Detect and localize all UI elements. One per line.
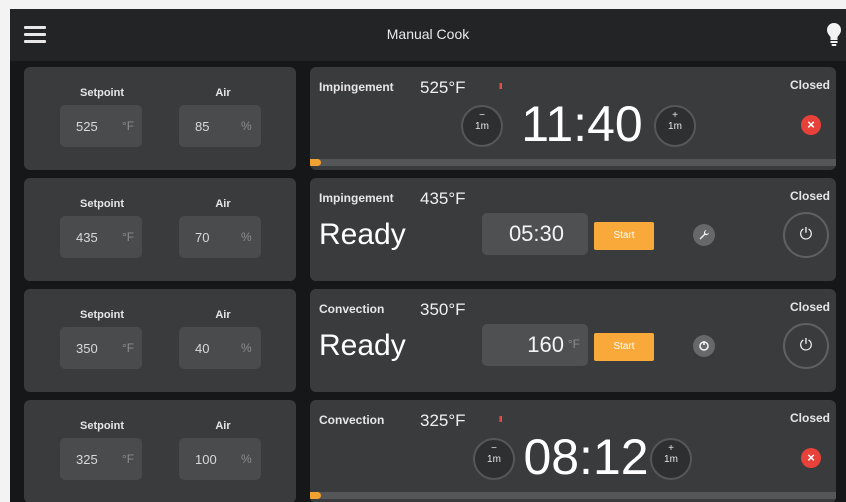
cook-progress-bar — [310, 159, 836, 166]
setpoint-unit: °F — [122, 341, 135, 355]
air-value: 40 — [195, 341, 210, 356]
start-button[interactable]: Start — [594, 333, 654, 361]
settings-panel: Setpoint Air 525 °F 85 % — [24, 67, 296, 170]
setpoint-field[interactable]: 525 °F — [60, 105, 142, 147]
oven-row-2: Setpoint Air 435 °F 70 % Impingement 435… — [10, 178, 846, 281]
air-unit: % — [241, 230, 252, 244]
door-status: Closed — [789, 300, 830, 314]
air-field[interactable]: 100 % — [179, 438, 261, 480]
cook-temp: 435°F — [420, 189, 466, 208]
door-status: Closed — [789, 78, 830, 92]
air-field[interactable]: 70 % — [179, 216, 261, 258]
setpoint-value: 435 — [76, 230, 98, 245]
power-icon[interactable]: ⏻ — [783, 323, 829, 369]
plus-1m-label: 1m — [668, 121, 682, 132]
cook-panel: Impingement 435°F Closed Ready 05:30 Sta… — [310, 178, 836, 281]
cook-progress-bar — [310, 492, 836, 499]
cook-time-value: 05:30 — [508, 221, 564, 246]
setpoint-label: Setpoint — [80, 309, 124, 321]
paused-indicator: II — [499, 415, 503, 424]
setpoint-label: Setpoint — [80, 87, 124, 99]
cook-progress-fill — [310, 492, 321, 499]
setpoint-unit: °F — [122, 119, 135, 133]
cook-mode: Convection — [319, 413, 385, 427]
countdown-timer: 11:40 — [521, 96, 643, 152]
setpoint-field[interactable]: 325 °F — [60, 438, 142, 480]
air-unit: % — [241, 341, 252, 355]
air-label: Air — [215, 198, 231, 210]
lightbulb-icon[interactable] — [826, 22, 842, 48]
cancel-icon[interactable]: × — [801, 115, 821, 135]
air-value: 70 — [195, 230, 210, 245]
settings-panel: Setpoint Air 350 °F 40 % — [24, 289, 296, 392]
cook-temp: 325°F — [420, 411, 466, 430]
air-label: Air — [215, 420, 231, 432]
setpoint-unit: °F — [122, 452, 135, 466]
setpoint-value: 350 — [76, 341, 98, 356]
cook-panel: Convection 350°F Closed Ready 160 °F Sta… — [310, 289, 836, 392]
settings-panel: Setpoint Air 325 °F 100 % — [24, 400, 296, 502]
ready-status: Ready — [319, 329, 406, 362]
oven-row-3: Setpoint Air 350 °F 40 % Convection 350°… — [10, 289, 846, 392]
cook-temp: 525°F — [420, 78, 466, 97]
air-label: Air — [215, 309, 231, 321]
plus-1m-button[interactable]: + 1m — [654, 105, 696, 147]
probe-temp-unit: °F — [567, 337, 580, 351]
setpoint-unit: °F — [122, 230, 135, 244]
countdown-timer: 08:12 — [523, 429, 649, 485]
wrench-icon[interactable] — [693, 224, 715, 246]
top-bar: Manual Cook — [10, 9, 846, 61]
minus-1m-button[interactable]: − 1m — [461, 105, 503, 147]
plus-1m-button[interactable]: + 1m — [650, 438, 692, 480]
settings-panel: Setpoint Air 435 °F 70 % — [24, 178, 296, 281]
cook-mode: Impingement — [319, 80, 394, 94]
oven-row-1: Setpoint Air 525 °F 85 % Impingement 525… — [10, 67, 846, 170]
setpoint-label: Setpoint — [80, 420, 124, 432]
setpoint-value: 525 — [76, 119, 98, 134]
cook-progress-fill — [310, 159, 321, 166]
oven-row-4: Setpoint Air 325 °F 100 % Convection 325… — [10, 400, 846, 502]
cook-panel: Impingement 525°F II Closed − 1m 11:40 +… — [310, 67, 836, 170]
setpoint-field[interactable]: 350 °F — [60, 327, 142, 369]
air-value: 100 — [195, 452, 217, 467]
cancel-icon[interactable]: × — [801, 448, 821, 468]
air-label: Air — [215, 87, 231, 99]
cook-time-field[interactable]: 05:30 — [482, 213, 588, 255]
probe-icon[interactable] — [693, 335, 715, 357]
air-field[interactable]: 85 % — [179, 105, 261, 147]
plus-icon: + — [672, 110, 678, 121]
cook-temp: 350°F — [420, 300, 466, 319]
probe-temp-value: 160 — [527, 332, 564, 357]
minus-icon: − — [479, 110, 485, 121]
cook-mode: Impingement — [319, 191, 394, 205]
ready-status: Ready — [319, 218, 406, 251]
air-value: 85 — [195, 119, 210, 134]
air-unit: % — [241, 452, 252, 466]
paused-indicator: II — [499, 82, 503, 91]
setpoint-field[interactable]: 435 °F — [60, 216, 142, 258]
cook-mode: Convection — [319, 302, 385, 316]
air-field[interactable]: 40 % — [179, 327, 261, 369]
minus-1m-label: 1m — [475, 121, 489, 132]
power-icon[interactable]: ⏻ — [783, 212, 829, 258]
air-unit: % — [241, 119, 252, 133]
setpoint-value: 325 — [76, 452, 98, 467]
cook-panel: Convection 325°F II Closed − 1m 08:12 + … — [310, 400, 836, 502]
page-title: Manual Cook — [386, 26, 470, 42]
start-button[interactable]: Start — [594, 222, 654, 250]
probe-temp-field[interactable]: 160 °F — [482, 324, 588, 366]
app-window: Manual Cook Setpoint Air 525 °F 85 % Imp… — [10, 9, 846, 502]
setpoint-label: Setpoint — [80, 198, 124, 210]
door-status: Closed — [789, 411, 830, 425]
plus-icon: + — [668, 443, 674, 454]
plus-1m-label: 1m — [664, 454, 678, 465]
door-status: Closed — [789, 189, 830, 203]
